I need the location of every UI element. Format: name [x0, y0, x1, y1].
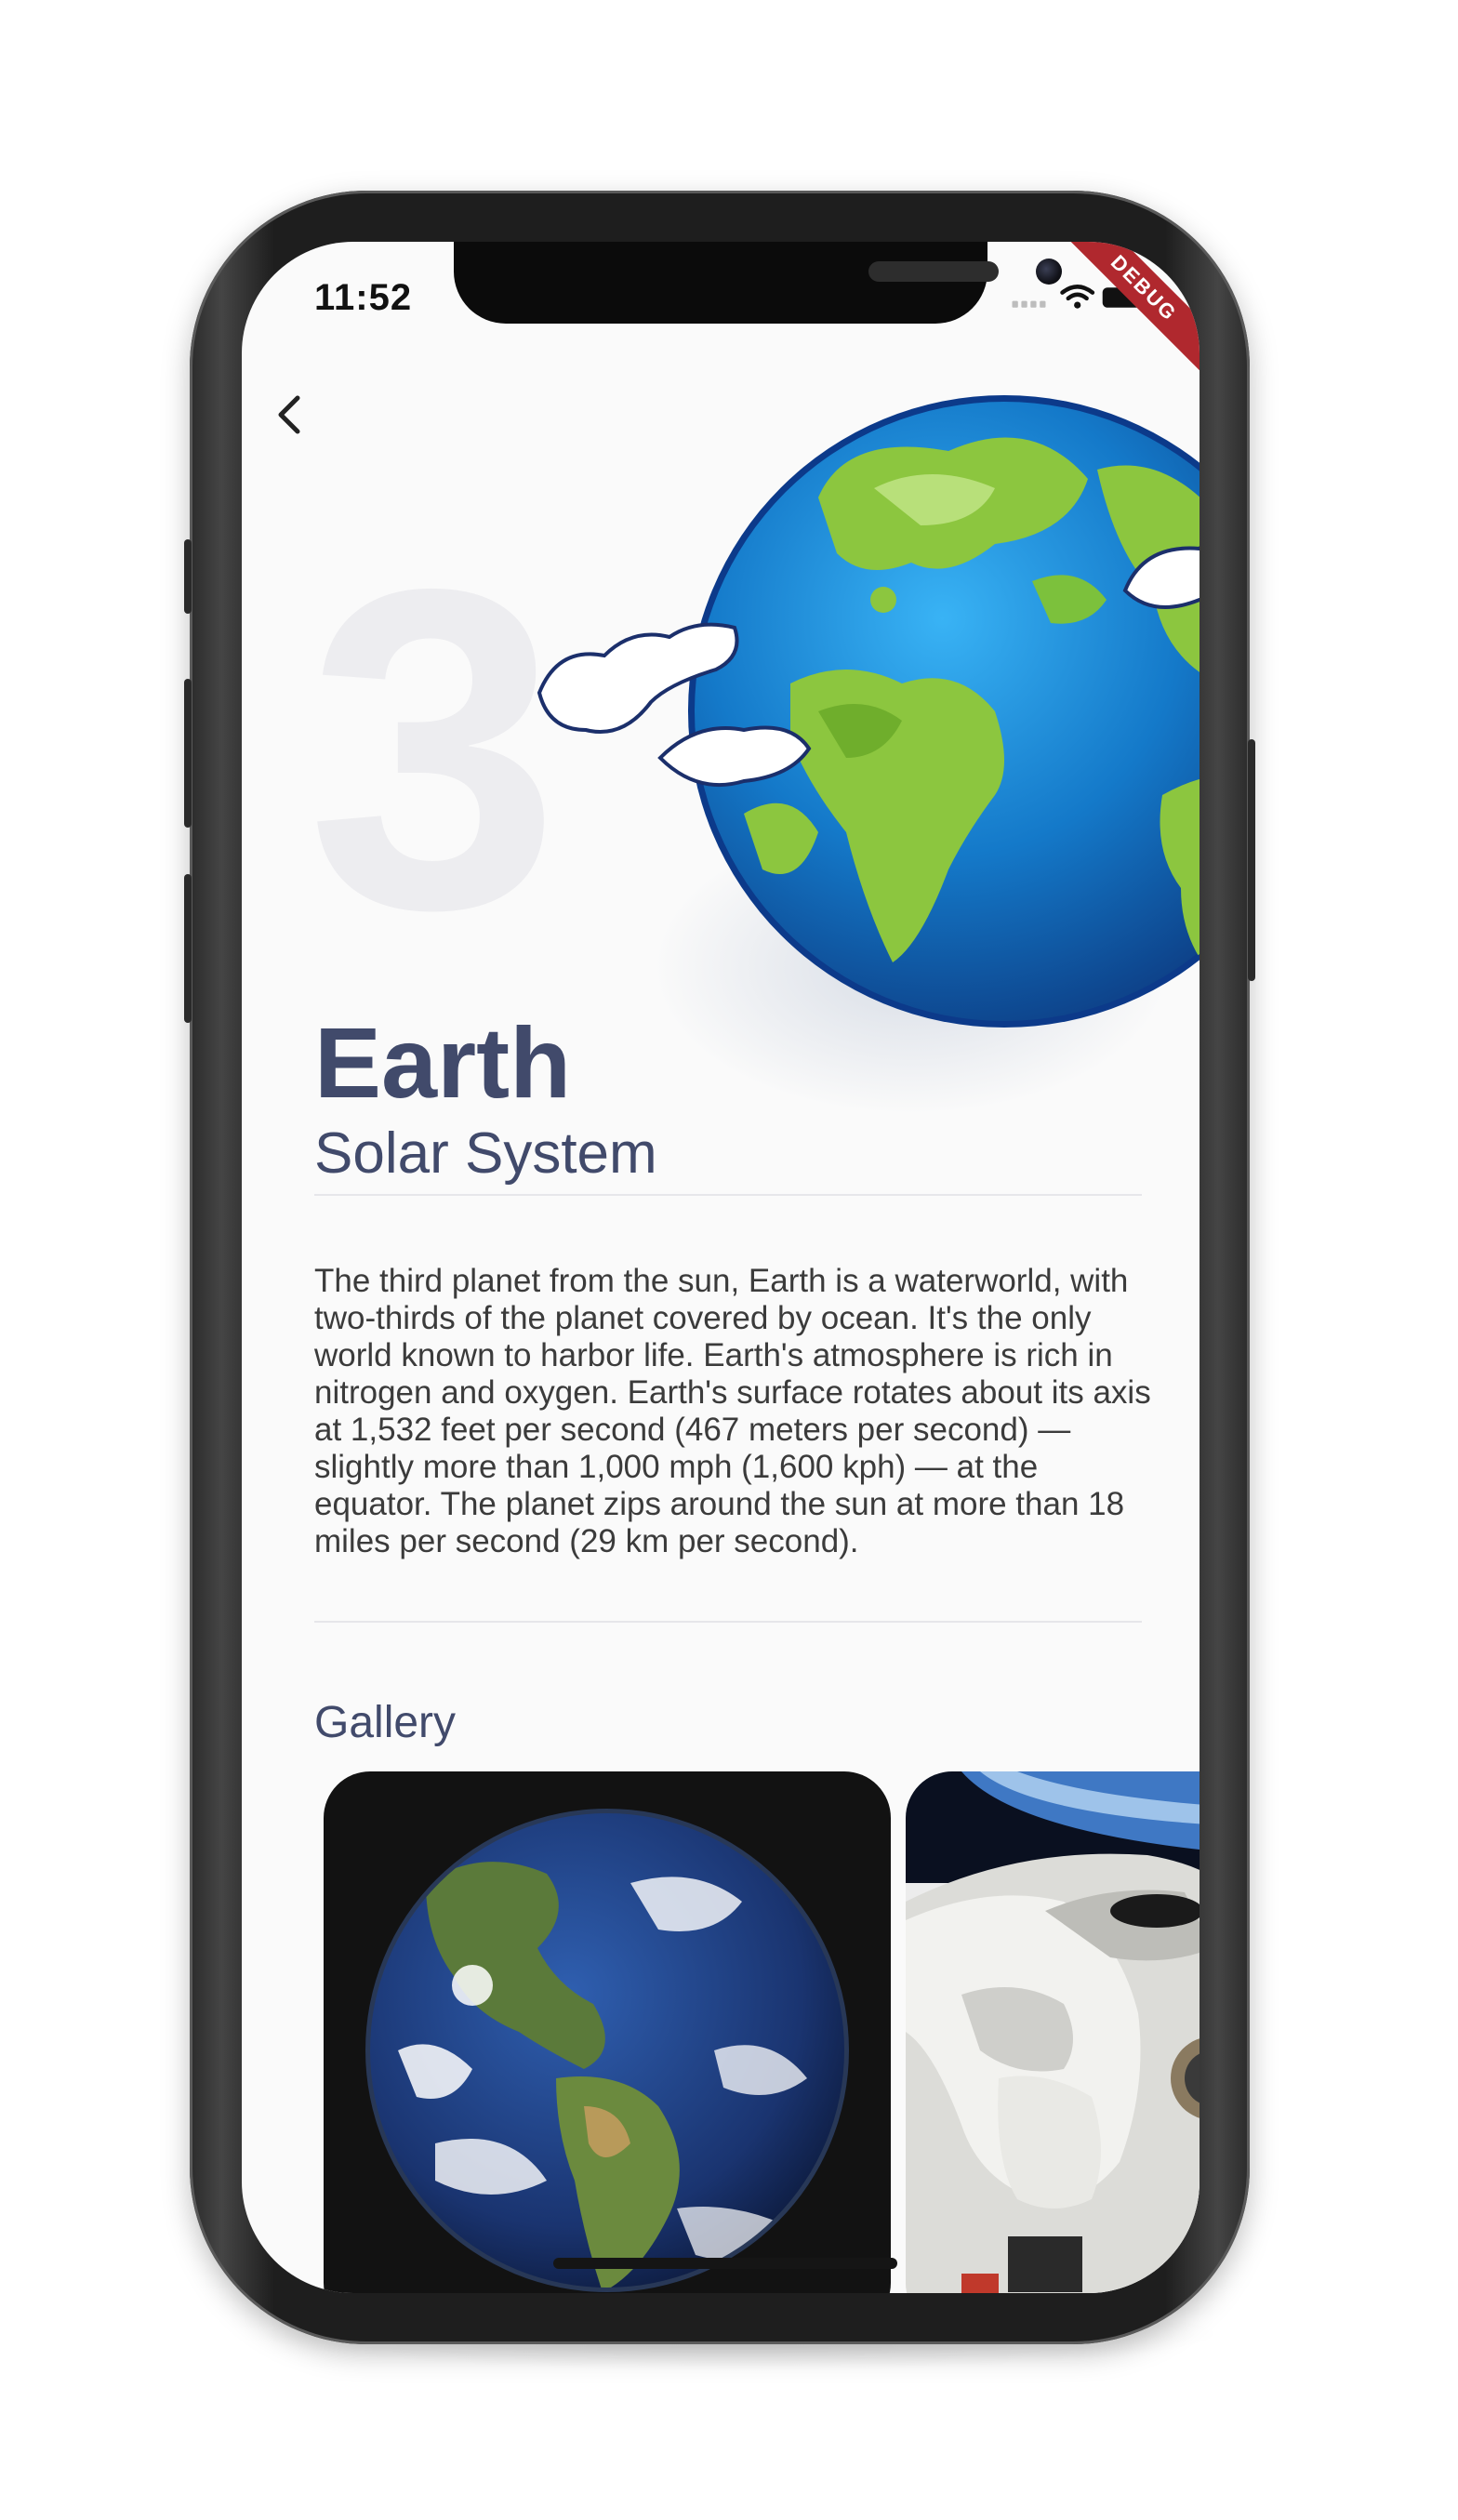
chevron-left-icon — [278, 395, 300, 434]
home-indicator[interactable] — [553, 2258, 897, 2269]
notch — [454, 242, 1062, 324]
app-screen: 11:52 DEBUG 3 Earth Solar System The thi… — [242, 242, 1200, 2293]
astronaut-photo-image — [906, 1771, 1200, 2293]
back-button[interactable] — [262, 381, 318, 446]
signal-icon — [1012, 300, 1046, 308]
mute-switch — [184, 539, 192, 614]
divider-top — [314, 1194, 1142, 1196]
gallery-item-earth-photo[interactable] — [324, 1771, 891, 2293]
divider-bottom — [314, 1621, 1142, 1623]
status-time: 11:52 — [314, 277, 413, 318]
gallery-item-astronaut-photo[interactable] — [906, 1771, 1200, 2293]
power-button — [1248, 739, 1255, 981]
volume-up-button — [184, 679, 192, 828]
earth-illustration — [537, 395, 1200, 1028]
earth-photo-image — [365, 1809, 849, 2292]
earpiece-speaker — [868, 261, 999, 282]
gallery-heading: Gallery — [314, 1698, 457, 1747]
planet-description: The third planet from the sun, Earth is … — [314, 1263, 1151, 1559]
planet-system: Solar System — [314, 1121, 657, 1186]
planet-name: Earth — [314, 1006, 572, 1119]
wifi-icon — [1060, 285, 1095, 309]
volume-down-button — [184, 874, 192, 1023]
